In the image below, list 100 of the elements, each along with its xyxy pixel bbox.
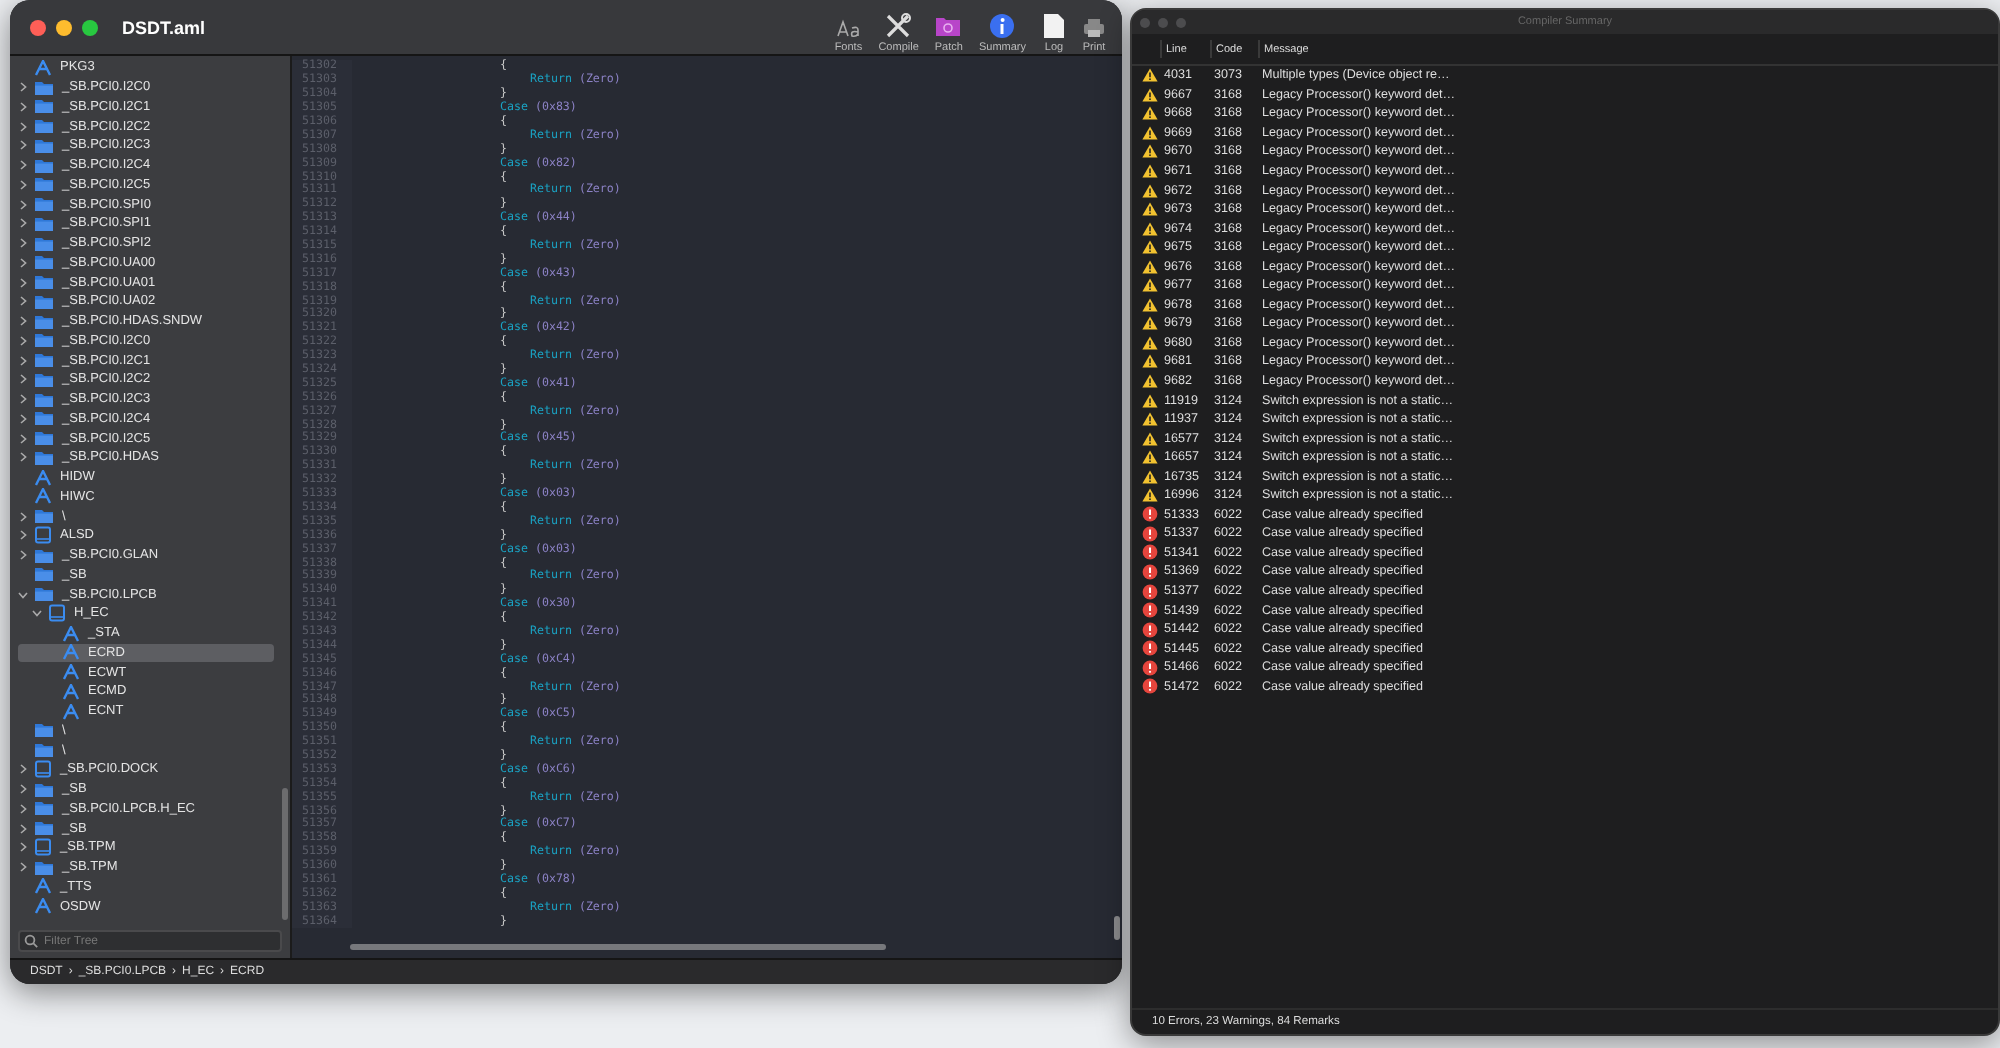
chevron-icon[interactable] [17,238,27,249]
folder-icon [34,196,54,213]
window-title: DSDT.aml [122,17,206,37]
folder-icon [34,566,54,583]
folder-icon [34,547,54,564]
info-icon [988,11,1017,39]
warning-icon [1141,240,1157,255]
warning-icon [1141,68,1157,83]
warning-icon [1141,316,1157,331]
warning-icon [1141,393,1157,408]
chevron-icon[interactable] [17,374,27,385]
warning-icon [1141,144,1157,159]
search-icon [24,934,38,948]
chevron-icon[interactable] [17,413,27,424]
chevron-icon[interactable] [17,296,27,307]
warning-icon [1141,125,1157,140]
folder-icon [34,293,54,310]
chevron-icon[interactable] [17,101,27,112]
folder-icon [34,371,54,388]
document-icon [1042,11,1066,39]
warning-icon [1141,297,1157,312]
folder-icon [34,352,54,369]
folder-icon [34,157,54,174]
book-icon [34,838,52,857]
warning-icon [1141,87,1157,102]
method-icon [62,664,80,681]
folder-icon [34,449,54,466]
tools-icon [884,11,913,39]
fonts-icon [834,15,863,39]
folder-icon [34,79,54,96]
chevron-icon[interactable] [17,277,27,288]
warning-icon [1141,259,1157,274]
warning-icon [1141,354,1157,369]
warning-icon [1141,183,1157,198]
warning-icon [1141,431,1157,446]
warning-icon [1141,221,1157,236]
chevron-icon[interactable] [17,530,27,541]
book-icon [48,604,66,623]
folder-icon [34,820,54,837]
folder-icon [34,391,54,408]
chevron-icon[interactable] [17,218,27,229]
folder-icon [34,118,54,135]
folder-icon [34,742,54,759]
folder-icon [34,508,54,525]
scrollbar[interactable] [1114,916,1120,940]
warning-icon [1141,374,1157,389]
chevron-icon[interactable] [17,862,27,873]
method-icon [62,703,80,720]
warning-icon [1141,106,1157,121]
folder-icon [34,313,54,330]
method-icon [34,488,52,505]
chevron-icon[interactable] [17,179,27,190]
chevron-icon[interactable] [17,550,27,561]
chevron-icon[interactable] [17,140,27,151]
chevron-icon[interactable] [17,355,27,366]
chevron-icon[interactable] [17,803,27,814]
printer-icon [1082,15,1106,39]
method-icon [62,625,80,642]
chevron-icon[interactable] [17,764,27,775]
chevron-icon[interactable] [17,199,27,210]
warning-icon [1141,469,1157,484]
folder-icon [34,781,54,798]
warning-icon [1141,412,1157,427]
folder-icon [34,235,54,252]
warning-icon [1141,278,1157,293]
chevron-icon[interactable] [17,394,27,405]
chevron-icon[interactable] [17,82,27,93]
scrollbar[interactable] [350,943,886,949]
chevron-icon[interactable] [17,511,27,522]
chevron-icon[interactable] [17,452,27,463]
folder-icon [34,332,54,349]
chevron-icon[interactable] [17,784,27,795]
warning-icon [1141,164,1157,178]
book-icon [34,526,52,545]
chevron-icon[interactable] [17,316,27,327]
chevron-icon[interactable] [17,160,27,171]
folder-icon [34,430,54,447]
folder-icon [34,859,54,876]
chevron-icon[interactable] [17,121,27,132]
warning-icon [1141,450,1157,465]
folder-icon [34,274,54,291]
method-icon [62,683,80,700]
chevron-icon[interactable] [17,589,27,600]
chevron-icon[interactable] [17,842,27,853]
folder-icon [34,98,54,115]
method-icon [62,644,80,661]
chevron-icon[interactable] [17,257,27,268]
chevron-icon[interactable] [17,823,27,834]
chevron-icon[interactable] [17,335,27,346]
scrollbar[interactable] [282,788,288,920]
method-icon [34,878,52,895]
chevron-icon[interactable] [17,433,27,444]
chevron-icon[interactable] [31,608,41,619]
folder-icon [34,410,54,427]
folder-icon [34,722,54,739]
folder-icon [34,254,54,271]
method-icon [34,469,52,486]
method-icon [34,898,52,915]
folder-icon [34,215,54,232]
method-icon [34,59,52,76]
